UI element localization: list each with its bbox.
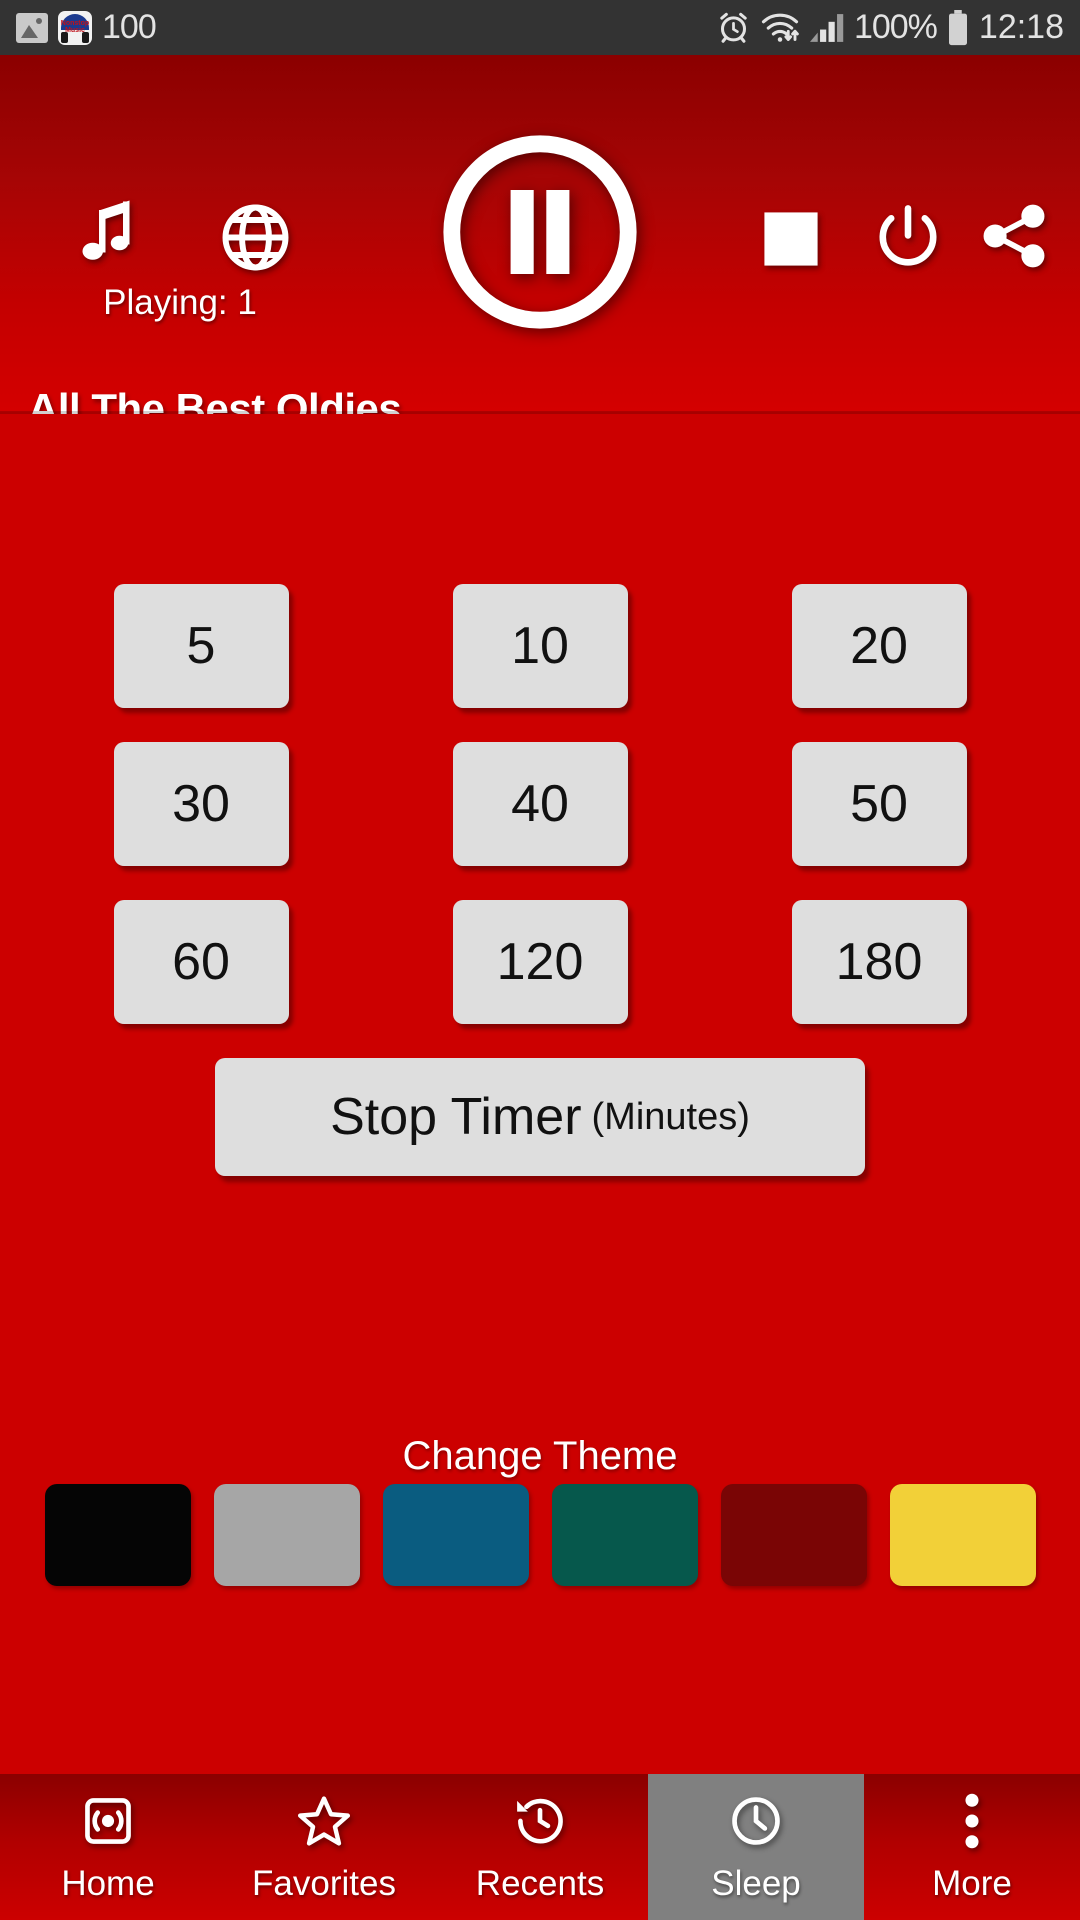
share-icon[interactable] <box>978 200 1050 272</box>
stop-timer-row: Stop Timer (Minutes) <box>0 1058 1080 1176</box>
nav-label-more: More <box>932 1864 1012 1903</box>
clock-icon <box>727 1790 785 1852</box>
history-clock-icon <box>511 1790 569 1852</box>
timer-row: 30 40 50 <box>0 742 1080 866</box>
power-icon[interactable] <box>872 200 944 272</box>
timer-button-180[interactable]: 180 <box>791 900 967 1024</box>
status-bar: Nonstop Music 100 100% 12:18 <box>0 0 1080 55</box>
nav-label-home: Home <box>61 1864 155 1903</box>
nav-item-sleep[interactable]: Sleep <box>648 1774 864 1920</box>
play-pause-button[interactable] <box>435 127 645 337</box>
status-bar-right: 100% 12:18 <box>717 8 1064 47</box>
image-icon <box>16 12 48 43</box>
battery-percent: 100% <box>853 8 938 46</box>
globe-icon[interactable] <box>218 200 293 275</box>
nav-label-sleep: Sleep <box>711 1864 801 1903</box>
timer-button-40[interactable]: 40 <box>452 742 628 866</box>
stop-square-icon[interactable] <box>762 210 820 268</box>
timer-button-30[interactable]: 30 <box>113 742 289 866</box>
timer-button-50[interactable]: 50 <box>791 742 967 866</box>
nav-item-more[interactable]: More <box>864 1774 1080 1920</box>
radio-icon <box>80 1790 136 1852</box>
nav-item-home[interactable]: Home <box>0 1774 216 1920</box>
theme-swatch-dark-red[interactable] <box>720 1484 867 1586</box>
notification-count: 100 <box>102 8 157 46</box>
timer-button-5[interactable]: 5 <box>113 584 289 708</box>
battery-icon <box>947 9 969 46</box>
timer-button-10[interactable]: 10 <box>452 584 628 708</box>
timer-button-60[interactable]: 60 <box>113 900 289 1024</box>
nonstop-music-app-icon: Nonstop Music <box>58 10 92 45</box>
theme-swatch-gray[interactable] <box>213 1484 360 1586</box>
overflow-dots-icon <box>962 1790 982 1852</box>
nav-label-recents: Recents <box>475 1864 605 1903</box>
app-root: Nonstop Music 100 100% 12:18 Playing: 1 … <box>0 0 1080 1920</box>
clock: 12:18 <box>978 8 1064 46</box>
timer-row: 5 10 20 <box>0 584 1080 708</box>
nav-label-favorites: Favorites <box>252 1864 396 1903</box>
nav-item-recents[interactable]: Recents <box>432 1774 648 1920</box>
wifi-icon <box>760 11 800 44</box>
star-icon <box>295 1790 353 1852</box>
signal-icon <box>809 12 844 44</box>
playing-label: Playing: 1 <box>103 283 257 322</box>
theme-swatch-dark-green[interactable] <box>551 1484 698 1586</box>
stop-timer-button[interactable]: Stop Timer (Minutes) <box>215 1058 865 1176</box>
nav-item-favorites[interactable]: Favorites <box>216 1774 432 1920</box>
timer-grid: 5 10 20 30 40 50 60 120 180 Stop Timer (… <box>0 584 1080 1176</box>
timer-button-20[interactable]: 20 <box>791 584 967 708</box>
theme-swatch-teal-blue[interactable] <box>382 1484 529 1586</box>
theme-swatch-black[interactable] <box>44 1484 191 1586</box>
stop-timer-units: (Minutes) <box>591 1095 750 1138</box>
timer-button-120[interactable]: 120 <box>452 900 628 1024</box>
player-header: Playing: 1 All The Best Oldies <box>0 55 1080 432</box>
bottom-navigation: Home Favorites Recents Sleep More <box>0 1774 1080 1920</box>
status-bar-left: Nonstop Music 100 <box>16 8 157 47</box>
stop-timer-label: Stop Timer <box>330 1088 582 1146</box>
timer-row: 60 120 180 <box>0 900 1080 1024</box>
theme-swatch-row <box>0 1484 1080 1586</box>
sleep-timer-panel: 5 10 20 30 40 50 60 120 180 Stop Timer (… <box>0 414 1080 1774</box>
theme-swatch-yellow[interactable] <box>889 1484 1036 1586</box>
music-note-icon[interactable] <box>55 195 135 280</box>
alarm-icon <box>717 11 750 44</box>
change-theme-heading: Change Theme <box>402 1434 678 1478</box>
